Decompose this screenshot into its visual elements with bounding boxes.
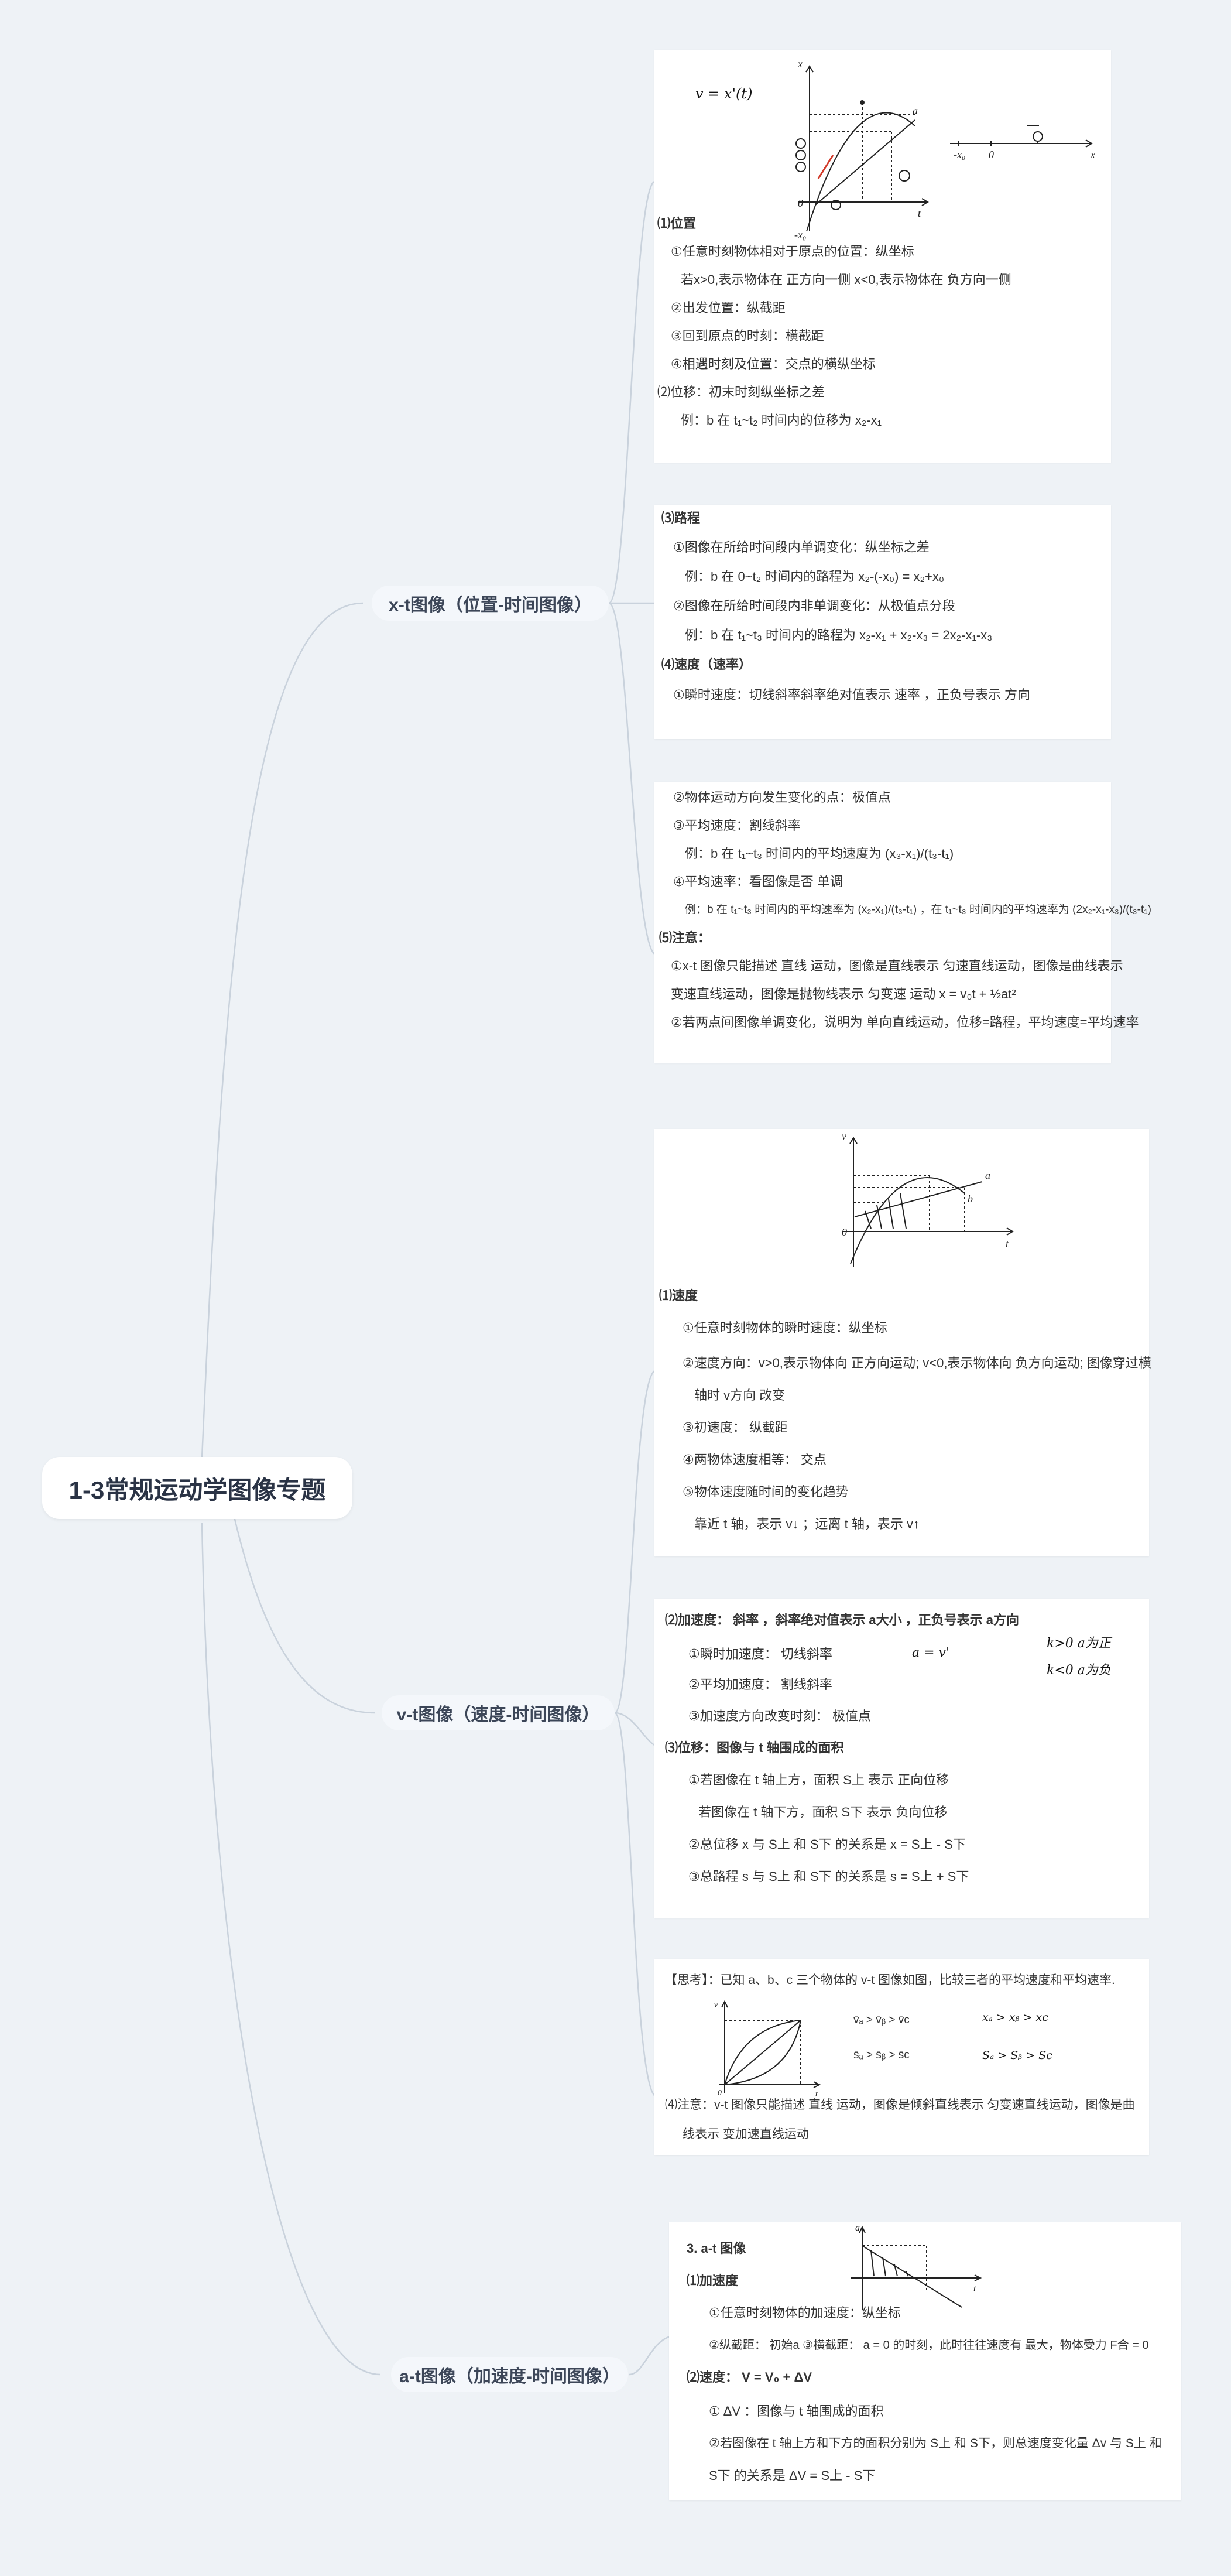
svg-text:a: a bbox=[913, 105, 918, 117]
svg-text:t: t bbox=[1006, 1238, 1009, 1250]
svg-text:t: t bbox=[973, 2284, 976, 2294]
xt-card-position[interactable]: v = x'(t) x 0 t a -x₀ -x₀ 0 x ⑴位置 ①任意时刻物… bbox=[654, 50, 1111, 463]
vt2-line-8: ③总路程 s 与 S上 和 S下 的关系是 s = S上 + S下 bbox=[688, 1869, 969, 1884]
vt2-line-7: ②总位移 x 与 S上 和 S下 的关系是 x = S上 - S下 bbox=[688, 1837, 966, 1852]
svg-text:0: 0 bbox=[798, 197, 803, 209]
vt3-line-0: 【思考】：已知 a、b、c 三个物体的 v-t 图像如图，比较三者的平均速度和平… bbox=[665, 1973, 1115, 1987]
branch-vt-label: v-t图像（速度-时间图像） bbox=[396, 1705, 600, 1725]
xt-graph-figure: x 0 t a -x₀ -x₀ 0 x bbox=[794, 58, 1095, 241]
vt2-line-5: ①若图像在 t 轴上方，面积 S上 表示 正向位移 bbox=[688, 1773, 949, 1787]
vt2-note-k1: k>0 a为正 bbox=[1047, 1636, 1111, 1651]
xt3-line-8: ②若两点间图像单调变化，说明为 单向直线运动，位移=路程，平均速度=平均速率 bbox=[671, 1015, 1139, 1029]
at-card[interactable]: a t 3. a-t 图像 ⑴加速度 ①任意时刻物体的加速度：纵坐标 ②纵截距：… bbox=[669, 2222, 1181, 2500]
svg-text:0: 0 bbox=[842, 1226, 847, 1238]
svg-text:a: a bbox=[855, 2223, 860, 2233]
velocity-derivative-note: v = x'(t) bbox=[695, 85, 753, 102]
xt2-line-1: ①图像在所给时间段内单调变化：纵坐标之差 bbox=[673, 540, 930, 555]
xt2-line-4: 例：b 在 t₁~t₃ 时间内的路程为 x₂-x₁ + x₂-x₃ = 2x₂-… bbox=[685, 628, 993, 642]
vt3-compare-0: v̄ₐ > v̄ᵦ > v̄c bbox=[853, 2014, 910, 2026]
xt3-line-1: ③平均速度：割线斜率 bbox=[673, 818, 801, 833]
xt3-line-0: ②物体运动方向发生变化的点：极值点 bbox=[673, 790, 891, 805]
vt3-compare-2: xₐ > xᵦ > xc bbox=[982, 2011, 1048, 2024]
xt3-line-3: ④平均速率：看图像是否 单调 bbox=[673, 874, 843, 889]
vt2-line-6: 若图像在 t 轴下方，面积 S下 表示 负向位移 bbox=[698, 1805, 948, 1819]
branch-vt[interactable]: v-t图像（速度-时间图像） bbox=[382, 1695, 615, 1730]
vt2-line-3: ③加速度方向改变时刻： 极值点 bbox=[688, 1709, 871, 1723]
vt3-graph-figure: v 0 t bbox=[714, 2000, 821, 2099]
root-topic-label: 1-3常规运动学图像专题 bbox=[68, 1476, 326, 1504]
svg-text:v: v bbox=[714, 2001, 718, 2010]
vt2-note-k2: k<0 a为负 bbox=[1047, 1663, 1111, 1678]
at1-line-0: 3. a-t 图像 bbox=[687, 2241, 746, 2256]
xt2-line-5: ⑷速度（速率） bbox=[661, 657, 752, 672]
xt-card-distance[interactable]: ⑶路程 ①图像在所给时间段内单调变化：纵坐标之差 例：b 在 0~t₂ 时间内的… bbox=[654, 505, 1111, 739]
vt3-line-1: ⑷注意：v-t 图像只能描述 直线 运动，图像是倾斜直线表示 匀变速直线运动，图… bbox=[665, 2098, 1135, 2112]
vt1-line-3: 轴时 v方向 改变 bbox=[694, 1388, 786, 1402]
xt1-line-5: ④相遇时刻及位置：交点的横纵坐标 bbox=[671, 357, 876, 371]
vt3-compare-3: Sₐ > Sᵦ > Sc bbox=[982, 2049, 1052, 2062]
svg-text:v: v bbox=[842, 1130, 846, 1142]
xt3-line-4: 例：b 在 t₁~t₃ 时间内的平均速率为 (x₂-x₁)/(t₃-t₁) ，在… bbox=[685, 904, 1151, 916]
svg-text:t: t bbox=[918, 207, 921, 219]
xt3-line-7: 变速直线运动，图像是抛物线表示 匀变速 运动 x = v₀t + ½at² bbox=[671, 987, 1016, 1001]
xt2-line-2: 例：b 在 0~t₂ 时间内的路程为 x₂-(-x₀) = x₂+x₀ bbox=[685, 569, 944, 584]
vt3-line-2: 线表示 变加速直线运动 bbox=[683, 2127, 809, 2141]
vt-card-thinking[interactable]: 【思考】：已知 a、b、c 三个物体的 v-t 图像如图，比较三者的平均速度和平… bbox=[654, 1959, 1149, 2155]
vt2-line-4: ⑶位移：图像与 t 轴围成的面积 bbox=[665, 1740, 844, 1755]
xt1-line-6: ⑵位移：初末时刻纵坐标之差 bbox=[657, 385, 825, 399]
vt-card-acceleration[interactable]: ⑵加速度： 斜率 ，斜率绝对值表示 a大小 ，正负号表示 a方向 ①瞬时加速度：… bbox=[654, 1599, 1149, 1918]
vt1-line-2: ②速度方向：v>0,表示物体向 正方向运动; v<0,表示物体向 负方向运动; … bbox=[683, 1356, 1151, 1370]
xt3-line-5: ⑸注意： bbox=[659, 930, 711, 945]
vt1-line-0: ⑴速度 bbox=[659, 1288, 698, 1303]
svg-text:x: x bbox=[1090, 149, 1095, 160]
vt3-compare-1: s̄ₐ > s̄ᵦ > s̄c bbox=[853, 2049, 910, 2061]
at1-line-1: ⑴加速度 bbox=[687, 2273, 739, 2288]
root-topic[interactable]: 1-3常规运动学图像专题 bbox=[42, 1457, 352, 1519]
branch-at-label: a-t图像（加速度-时间图像） bbox=[399, 2367, 620, 2386]
vt1-line-1: ①任意时刻物体的瞬时速度：纵坐标 bbox=[683, 1321, 887, 1335]
svg-text:b: b bbox=[968, 1193, 973, 1205]
at1-line-4: ⑵速度： V = V₀ + ΔV bbox=[687, 2370, 812, 2385]
xt2-line-6: ①瞬时速度：切线斜率斜率绝对值表示 速率 ，正负号表示 方向 bbox=[673, 687, 1031, 702]
svg-text:x: x bbox=[797, 58, 803, 70]
vt1-line-5: ④两物体速度相等： 交点 bbox=[683, 1452, 827, 1467]
svg-text:-x₀: -x₀ bbox=[954, 149, 965, 160]
xt1-line-7: 例：b 在 t₁~t₂ 时间内的位移为 x₂-x₁ bbox=[681, 413, 882, 427]
vt-card-velocity[interactable]: v 0 t a b ⑴速度 ①任意时刻物体的瞬时速度：纵坐标 ②速度方向：v>0… bbox=[654, 1129, 1151, 1556]
at1-line-5: ① ΔV ：图像与 t 轴围成的面积 bbox=[709, 2404, 884, 2418]
svg-text:a: a bbox=[985, 1169, 990, 1181]
vt2-line-1: ①瞬时加速度： 切线斜率 bbox=[688, 1647, 832, 1661]
vt2-note-a: a = v' bbox=[912, 1646, 950, 1660]
at1-line-2: ①任意时刻物体的加速度：纵坐标 bbox=[709, 2305, 901, 2320]
xt1-line-0: ⑴位置 bbox=[657, 216, 697, 231]
branch-xt-label: x-t图像（位置-时间图像） bbox=[389, 596, 592, 615]
xt1-line-3: ②出发位置：纵截距 bbox=[671, 300, 786, 315]
xt2-line-0: ⑶路程 bbox=[661, 511, 701, 525]
at-graph-figure: a t bbox=[851, 2223, 982, 2310]
xt3-line-2: 例：b 在 t₁~t₃ 时间内的平均速度为 (x₃-x₁)/(t₃-t₁) bbox=[685, 846, 954, 861]
vt2-line-0: ⑵加速度： 斜率 ，斜率绝对值表示 a大小 ，正负号表示 a方向 bbox=[665, 1613, 1020, 1627]
xt-card-velocity[interactable]: ②物体运动方向发生变化的点：极值点 ③平均速度：割线斜率 例：b 在 t₁~t₃… bbox=[654, 782, 1151, 1063]
vt-graph-figure: v 0 t a b bbox=[842, 1130, 1014, 1267]
xt1-line-2: 若x>0,表示物体在 正方向一侧 x<0,表示物体在 负方向一侧 bbox=[681, 272, 1011, 287]
branch-xt[interactable]: x-t图像（位置-时间图像） bbox=[372, 586, 609, 621]
at1-line-3: ②纵截距： 初始a ③横截距： a = 0 的时刻，此时往往速度有 最大，物体受… bbox=[709, 2339, 1149, 2352]
branch-at[interactable]: a-t图像（加速度-时间图像） bbox=[391, 2357, 628, 2392]
vt1-line-7: 靠近 t 轴，表示 v↓ ；远离 t 轴，表示 v↑ bbox=[694, 1517, 920, 1531]
xt1-line-4: ③回到原点的时刻：横截距 bbox=[671, 329, 824, 343]
vt1-line-4: ③初速度： 纵截距 bbox=[683, 1420, 788, 1435]
at1-line-6: ②若图像在 t 轴上方和下方的面积分别为 S上 和 S下，则总速度变化量 Δv … bbox=[709, 2437, 1162, 2450]
xt2-line-3: ②图像在所给时间段内非单调变化：从极值点分段 bbox=[673, 598, 955, 613]
xt3-line-6: ①x-t 图像只能描述 直线 运动，图像是直线表示 匀速直线运动，图像是曲线表示 bbox=[671, 959, 1123, 973]
vt2-line-2: ②平均加速度： 割线斜率 bbox=[688, 1677, 832, 1692]
svg-text:-x₀: -x₀ bbox=[794, 229, 806, 241]
vt1-line-6: ⑤物体速度随时间的变化趋势 bbox=[683, 1484, 849, 1499]
at1-line-7: S下 的关系是 ΔV = S上 - S下 bbox=[709, 2468, 876, 2483]
xt1-line-1: ①任意时刻物体相对于原点的位置：纵坐标 bbox=[671, 244, 914, 259]
svg-text:0: 0 bbox=[989, 149, 994, 160]
